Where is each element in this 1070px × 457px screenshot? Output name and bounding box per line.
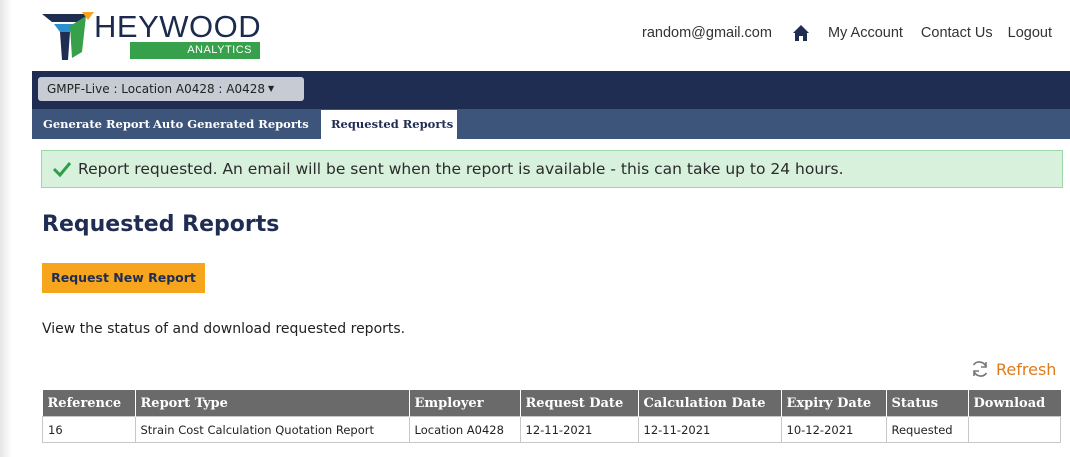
home-icon[interactable] [792, 24, 810, 42]
cell-employer: Location A0428 [408, 416, 521, 443]
page-shadow [0, 0, 12, 457]
table-row: 16 Strain Cost Calculation Quotation Rep… [42, 416, 1061, 443]
cell-report-type: Strain Cost Calculation Quotation Report [134, 416, 410, 443]
contact-us-link[interactable]: Contact Us [921, 25, 993, 41]
cell-reference: 16 [42, 416, 136, 443]
table-header-row: Reference Report Type Employer Request D… [42, 390, 1061, 417]
location-value: GMPF-Live : Location A0428 : A0428 [47, 82, 266, 96]
my-account-link[interactable]: My Account [828, 25, 903, 41]
cell-download[interactable] [967, 416, 1061, 443]
cell-request-date: 12-11-2021 [519, 416, 639, 443]
logo-text: HEYWOOD [94, 9, 262, 44]
column-header-report-type: Report Type [135, 390, 410, 417]
cell-calculation-date: 12-11-2021 [637, 416, 782, 443]
top-nav: random@gmail.com My Account Contact Us L… [642, 22, 1052, 44]
column-header-download: Download [968, 390, 1061, 417]
page-title: Requested Reports [42, 212, 280, 237]
refresh-button[interactable]: Refresh [970, 358, 1056, 380]
alert-message: Report requested. An email will be sent … [78, 160, 844, 178]
tab-requested-reports[interactable]: Requested Reports [321, 110, 457, 139]
success-alert: Report requested. An email will be sent … [41, 150, 1063, 188]
app-container: HEYWOOD ANALYTICS random@gmail.com My Ac… [32, 0, 1070, 457]
requested-reports-table: Reference Report Type Employer Request D… [42, 390, 1061, 443]
logout-link[interactable]: Logout [1008, 25, 1052, 41]
logo-subtitle: ANALYTICS [130, 42, 260, 59]
page-description: View the status of and download requeste… [42, 321, 406, 337]
tab-auto-generated-reports[interactable]: Auto Generated Reports [153, 109, 309, 139]
heywood-logo[interactable]: HEYWOOD ANALYTICS [42, 9, 292, 62]
request-new-report-button[interactable]: Request New Report [42, 263, 205, 293]
location-bar: GMPF-Live : Location A0428 : A0428 ▼ [32, 71, 1070, 109]
column-header-request-date: Request Date [520, 390, 639, 417]
column-header-employer: Employer [409, 390, 521, 417]
user-email: random@gmail.com [642, 25, 772, 41]
column-header-expiry-date: Expiry Date [781, 390, 887, 417]
tab-generate-report[interactable]: Generate Report [43, 109, 150, 139]
refresh-icon [972, 361, 988, 377]
column-header-status: Status [886, 390, 969, 417]
location-dropdown[interactable]: GMPF-Live : Location A0428 : A0428 ▼ [38, 77, 304, 101]
cell-expiry-date: 10-12-2021 [780, 416, 887, 443]
refresh-label: Refresh [996, 359, 1057, 379]
column-header-reference: Reference [42, 390, 136, 417]
check-icon [52, 162, 72, 178]
cell-status: Requested [885, 416, 969, 443]
chevron-down-icon: ▼ [268, 84, 275, 93]
column-header-calculation-date: Calculation Date [638, 390, 782, 417]
logo-mark-icon [42, 12, 94, 60]
tab-bar: Generate Report Auto Generated Reports R… [32, 109, 1070, 139]
